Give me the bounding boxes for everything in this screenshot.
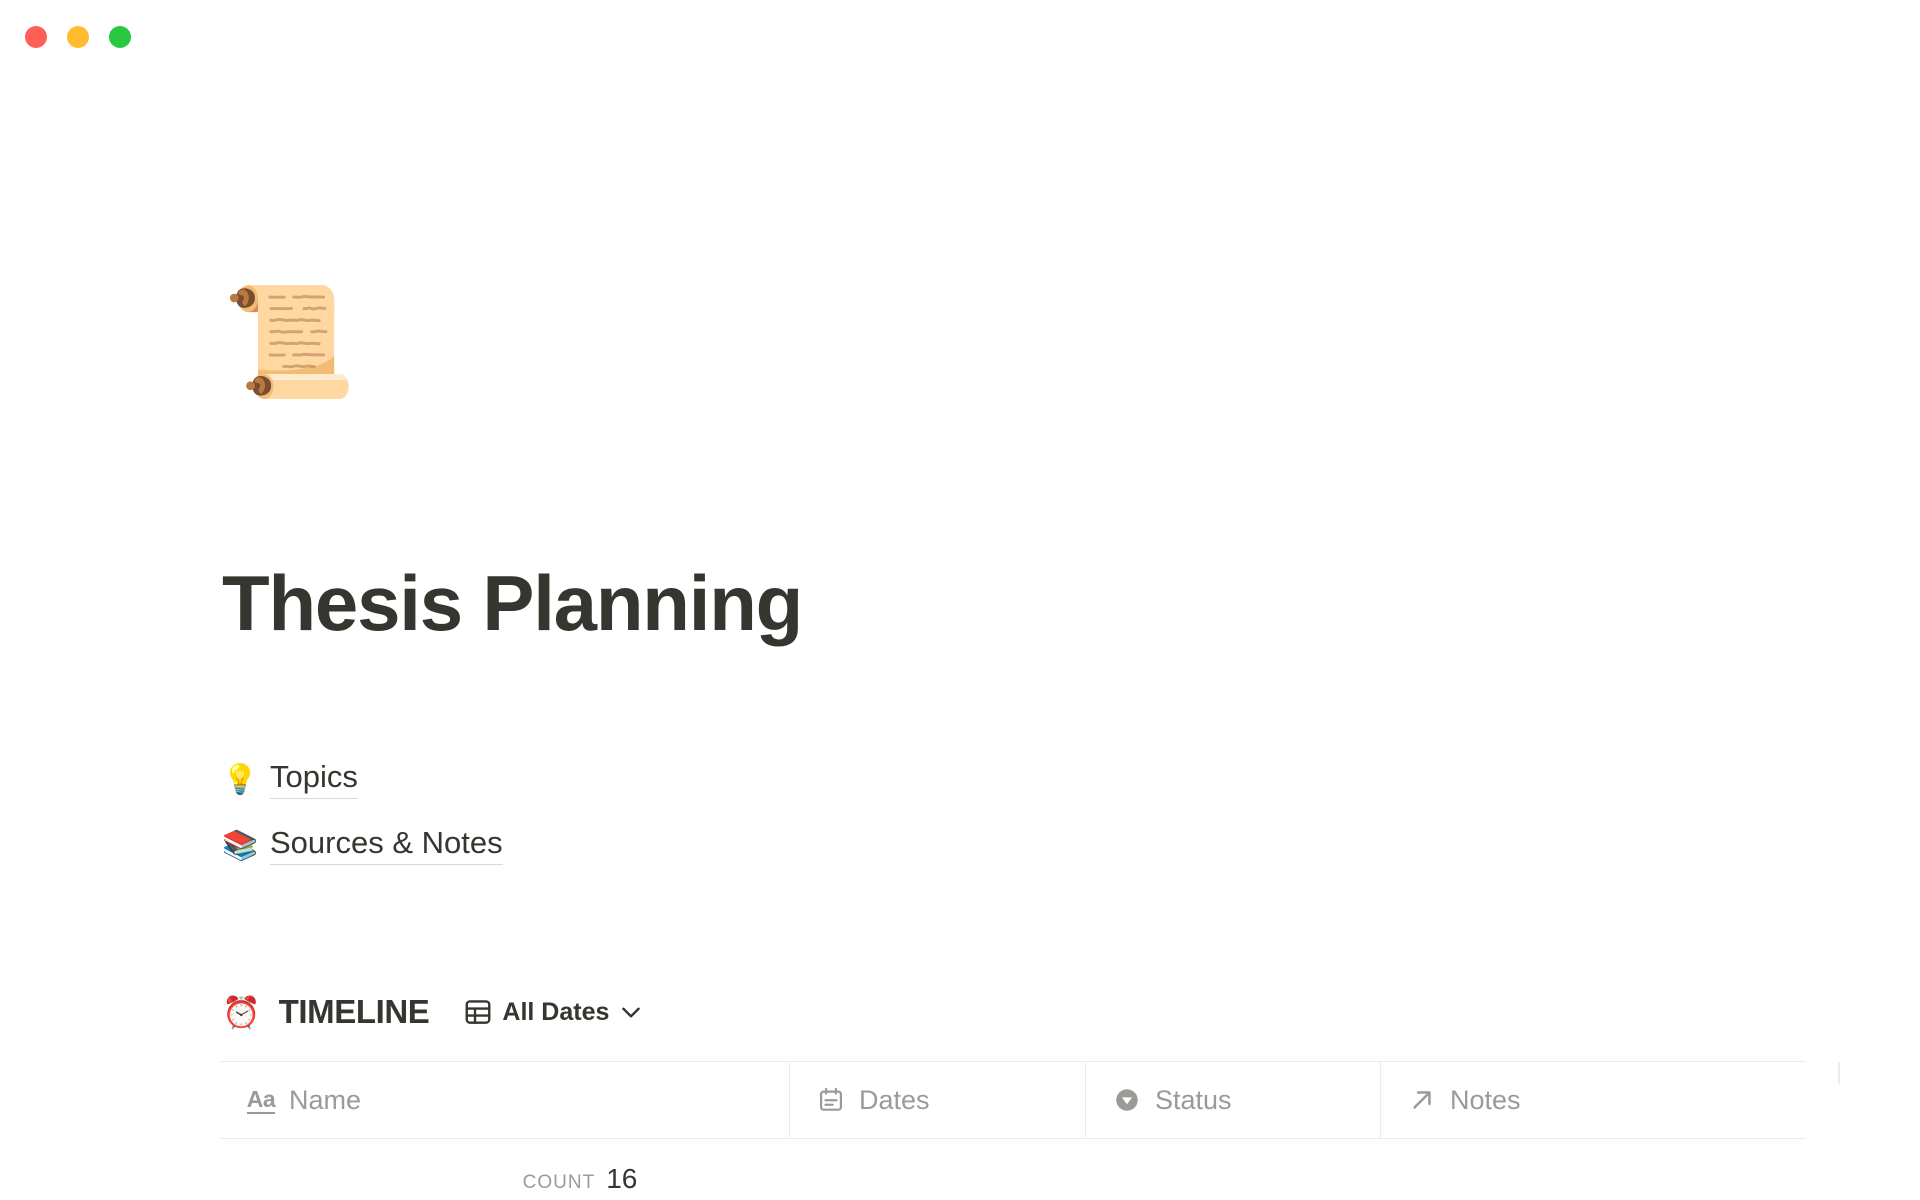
notion-page: 📜 Thesis Planning 💡 Topics 📚 Sources & N… — [0, 0, 1920, 1200]
column-header-dates[interactable]: Dates — [790, 1062, 1086, 1138]
column-header-name[interactable]: Aa Name — [220, 1062, 790, 1138]
calendar-date-icon — [816, 1085, 846, 1115]
light-bulb-emoji: 💡 — [222, 763, 259, 796]
count-value: 16 — [606, 1163, 638, 1194]
page-link-sources-notes[interactable]: 📚 Sources & Notes — [222, 826, 503, 866]
window-minimize-button[interactable] — [67, 26, 89, 48]
window-title-bar — [0, 0, 1920, 72]
column-header-notes-label: Notes — [1450, 1084, 1521, 1115]
page-link-topics[interactable]: 💡 Topics — [222, 760, 503, 800]
table-count-footer[interactable]: COUNT 16 — [220, 1163, 940, 1195]
select-circle-icon — [1112, 1085, 1142, 1115]
database-header: ⏰ TIMELINE All Dates — [222, 990, 648, 1034]
table-grid-icon — [463, 997, 493, 1027]
page-link-topics-label: Topics — [270, 760, 358, 800]
relation-arrow-icon — [1407, 1085, 1437, 1115]
column-header-notes[interactable]: Notes — [1381, 1062, 1806, 1138]
page-link-list: 💡 Topics 📚 Sources & Notes — [222, 760, 503, 866]
page-link-sources-notes-label: Sources & Notes — [270, 826, 503, 866]
count-label: COUNT — [522, 1172, 596, 1193]
table-trailing-divider — [1838, 1062, 1840, 1084]
database-title[interactable]: TIMELINE — [279, 993, 430, 1031]
database-table: Aa Name Dates Status Notes — [220, 1061, 1806, 1139]
chevron-down-icon — [618, 999, 644, 1025]
text-aa-icon: Aa — [246, 1085, 276, 1115]
alarm-clock-emoji: ⏰ — [222, 994, 261, 1030]
column-header-status-label: Status — [1155, 1084, 1232, 1115]
table-header-row: Aa Name Dates Status Notes — [220, 1062, 1806, 1139]
column-header-status[interactable]: Status — [1086, 1062, 1381, 1138]
scroll-emoji[interactable]: 📜 — [222, 288, 356, 396]
page-title[interactable]: Thesis Planning — [222, 562, 803, 645]
traffic-lights — [25, 26, 131, 48]
column-header-name-label: Name — [289, 1084, 362, 1115]
database-view-selector[interactable]: All Dates — [459, 995, 648, 1029]
window-maximize-button[interactable] — [109, 26, 131, 48]
database-view-label: All Dates — [502, 997, 610, 1026]
column-header-dates-label: Dates — [859, 1084, 930, 1115]
window-close-button[interactable] — [25, 26, 47, 48]
books-emoji: 📚 — [222, 829, 259, 862]
